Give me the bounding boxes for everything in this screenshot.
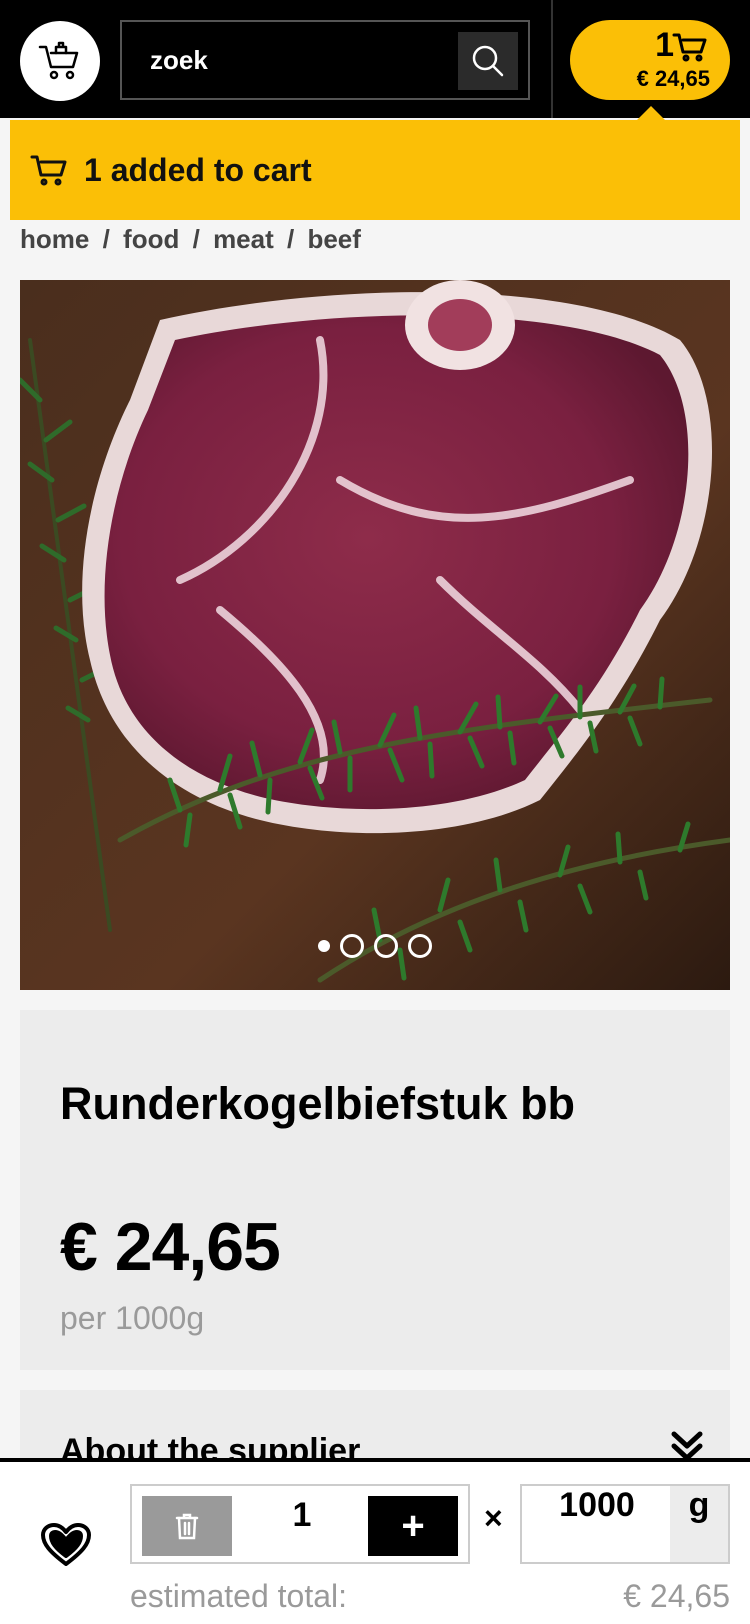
product-image-carousel[interactable] <box>20 280 730 990</box>
breadcrumb-separator: / <box>192 224 200 254</box>
cart-icon <box>30 155 67 186</box>
product-info-card: Runderkogelbiefstuk bb € 24,65 per 1000g <box>20 1010 730 1370</box>
search-input[interactable] <box>122 22 452 98</box>
product-title: Runderkogelbiefstuk bb <box>60 1078 576 1129</box>
breadcrumb-separator: / <box>102 224 110 254</box>
multiply-sign: × <box>484 1500 503 1536</box>
carousel-dot[interactable] <box>340 934 364 958</box>
carousel-dot[interactable] <box>374 934 398 958</box>
cart-icon <box>672 33 707 62</box>
breadcrumb-home[interactable]: home <box>20 224 89 254</box>
weight-value[interactable]: 1000 <box>522 1486 672 1562</box>
double-chevron-down-icon <box>671 1431 703 1460</box>
carousel-dot[interactable] <box>408 934 432 958</box>
product-price: € 24,65 <box>60 1209 281 1285</box>
cart-total: € 24,65 <box>636 66 710 91</box>
increase-button[interactable]: + <box>368 1496 458 1556</box>
search-icon <box>472 45 504 77</box>
cart-pointer <box>637 106 665 120</box>
breadcrumb-beef[interactable]: beef <box>307 224 360 254</box>
quantity-value[interactable]: 1 <box>242 1496 362 1556</box>
logo[interactable] <box>20 21 100 101</box>
cart-button[interactable]: 1 € 24,65 <box>570 20 730 100</box>
weight-unit: g <box>670 1486 728 1562</box>
breadcrumb-food[interactable]: food <box>123 224 179 254</box>
carousel-dot-active[interactable] <box>318 940 330 952</box>
search-button[interactable] <box>458 32 518 90</box>
estimated-total-label: estimated total: <box>130 1578 347 1614</box>
breadcrumb-meat[interactable]: meat <box>213 224 274 254</box>
header-divider <box>551 0 553 118</box>
favorite-button[interactable] <box>40 1522 92 1573</box>
toast-message: 1 added to cart <box>84 151 312 188</box>
beef-steak-photo <box>20 280 730 990</box>
quantity-stepper: 1 + <box>130 1484 470 1564</box>
breadcrumb: home / food / meat / beef <box>20 224 361 255</box>
remove-button[interactable] <box>142 1496 232 1556</box>
purchase-bar: 1 + × 1000 g estimated total: € 24,65 <box>0 1458 750 1624</box>
basket-cart-icon <box>38 41 79 80</box>
product-unit: per 1000g <box>60 1300 205 1336</box>
carousel-dots <box>20 934 730 958</box>
trash-icon <box>175 1513 199 1540</box>
weight-field[interactable]: 1000 g <box>520 1484 730 1564</box>
search-box <box>120 20 530 100</box>
top-header: 1 € 24,65 <box>0 0 750 120</box>
heart-icon <box>41 1523 91 1566</box>
estimated-total-value: € 24,65 <box>623 1578 730 1614</box>
supplier-accordion[interactable]: About the supplier <box>20 1390 730 1460</box>
added-to-cart-toast: 1 added to cart <box>10 120 740 220</box>
supplier-title: About the supplier <box>60 1432 361 1460</box>
breadcrumb-separator: / <box>287 224 295 254</box>
